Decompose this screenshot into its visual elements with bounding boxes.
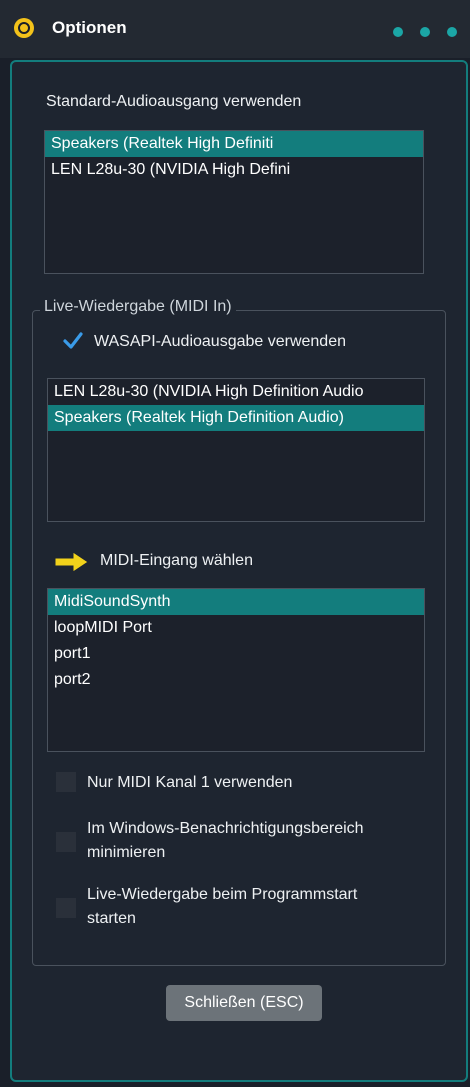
- output-device-list[interactable]: Speakers (Realtek High Definiti LEN L28u…: [44, 130, 424, 274]
- wasapi-checkbox-checked-icon[interactable]: [62, 330, 84, 352]
- list-item[interactable]: loopMIDI Port: [48, 615, 424, 641]
- minimize-tray-checkbox[interactable]: [56, 832, 76, 852]
- app-logo-icon: [14, 18, 34, 38]
- minimize-tray-label-line2: minimieren: [87, 844, 166, 861]
- live-group-label: Live-Wiedergabe (MIDI In): [40, 298, 236, 316]
- title-bar[interactable]: Optionen: [0, 0, 470, 58]
- midi-channel-checkbox[interactable]: [56, 772, 76, 792]
- list-item[interactable]: LEN L28u-30 (NVIDIA High Definition Audi…: [48, 379, 424, 405]
- window-dot-icon[interactable]: [420, 27, 430, 37]
- autostart-live-label: Live-Wiedergabe beim Programmstart: [87, 886, 358, 903]
- list-item[interactable]: Speakers (Realtek High Definiti: [45, 131, 423, 157]
- output-label: Standard-Audioausgang verwenden: [46, 93, 302, 110]
- list-item[interactable]: LEN L28u-30 (NVIDIA High Defini: [45, 157, 423, 183]
- autostart-live-checkbox[interactable]: [56, 898, 76, 918]
- minimize-tray-label: Im Windows-Benachrichtigungsbereich: [87, 820, 364, 837]
- midi-channel-label: Nur MIDI Kanal 1 verwenden: [87, 774, 293, 791]
- window-title: Optionen: [52, 18, 127, 37]
- midi-input-label: MIDI-Eingang wählen: [100, 552, 253, 569]
- close-button[interactable]: Schließen (ESC): [166, 985, 322, 1021]
- wasapi-device-list[interactable]: LEN L28u-30 (NVIDIA High Definition Audi…: [47, 378, 425, 522]
- window-dot-icon[interactable]: [447, 27, 457, 37]
- list-item[interactable]: port2: [48, 667, 424, 693]
- list-item[interactable]: Speakers (Realtek High Definition Audio): [48, 405, 424, 431]
- list-item[interactable]: MidiSoundSynth: [48, 589, 424, 615]
- window-dot-icon[interactable]: [393, 27, 403, 37]
- midi-input-list[interactable]: MidiSoundSynth loopMIDI Port port1 port2: [47, 588, 425, 752]
- arrow-right-icon: [54, 551, 89, 573]
- autostart-live-label-line2: starten: [87, 910, 136, 927]
- wasapi-label: WASAPI-Audioausgabe verwenden: [94, 333, 346, 350]
- list-item[interactable]: port1: [48, 641, 424, 667]
